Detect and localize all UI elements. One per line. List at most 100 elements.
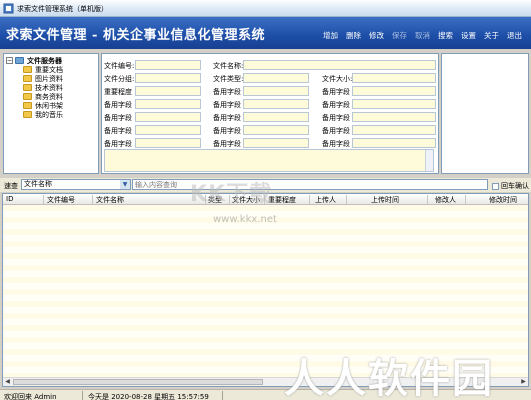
spare-field[interactable] <box>352 99 436 109</box>
category-label: 文件分组: <box>104 75 135 83</box>
notes-textarea[interactable] <box>104 149 434 172</box>
about-button[interactable]: 关于 <box>480 30 503 41</box>
scroll-left-icon[interactable]: ◀ <box>3 378 12 386</box>
current-datetime: 今天是 2020-08-28 星期五 15:57:59 <box>88 393 209 400</box>
status-divider <box>222 391 223 400</box>
col-uploader[interactable]: 上传人 <box>315 195 336 205</box>
welcome-text: 欢迎回来 Admin <box>4 393 57 400</box>
folder-icon <box>23 111 32 118</box>
status-divider <box>82 391 83 400</box>
watermark-url: www.kkx.net <box>213 214 277 225</box>
tree-item-music[interactable]: 我的音乐 <box>6 110 96 119</box>
col-divider[interactable] <box>465 195 466 204</box>
scroll-right-icon[interactable]: ▶ <box>519 378 528 386</box>
spare-field-label: 备用字段 <box>322 114 350 122</box>
folder-icon <box>23 84 32 91</box>
enter-confirm-toggle[interactable]: 回车确认 <box>492 181 529 191</box>
importance-label: 重要程度 <box>104 88 132 96</box>
window-titlebar: 求索文件管理系统（单机版） <box>0 0 531 17</box>
col-id[interactable]: ID <box>6 195 13 203</box>
spare-field-label: 备用字段 <box>213 127 241 135</box>
toolbar-menu: 增加 删除 修改 保存 取消 搜索 设置 关于 退出 <box>319 30 526 41</box>
scrollbar-thumb[interactable] <box>13 379 263 385</box>
file-detail-form: 文件编号: 文件名称: 文件分组: 文件类型: 文件大小: 重要程度 备用字段 … <box>101 53 439 174</box>
notes-scrollbar[interactable] <box>425 150 433 171</box>
app-heading: 求索文件管理 - 机关企事业信息化管理系统 <box>6 28 265 43</box>
spare-field[interactable] <box>135 112 201 122</box>
settings-button[interactable]: 设置 <box>457 30 480 41</box>
spare-field[interactable] <box>135 99 201 109</box>
folder-icon <box>23 102 32 109</box>
file-name-field[interactable] <box>243 60 436 70</box>
watermark-brand: 人人软件园 <box>284 355 494 400</box>
file-size-field[interactable] <box>352 73 436 83</box>
spare-field[interactable] <box>243 99 309 109</box>
app-icon <box>3 3 14 14</box>
col-modifier[interactable]: 修改人 <box>435 195 456 205</box>
file-type-field[interactable] <box>243 73 309 83</box>
enter-confirm-label: 回车确认 <box>501 182 529 190</box>
spare-field[interactable] <box>352 125 436 135</box>
folder-icon <box>23 93 32 100</box>
spare-field-label: 备用字段 <box>322 88 350 96</box>
file-no-field[interactable] <box>135 60 201 70</box>
add-button[interactable]: 增加 <box>319 30 342 41</box>
col-divider[interactable] <box>309 195 310 204</box>
watermark-kkx: KK下载 <box>190 182 273 207</box>
col-modify-time[interactable]: 修改时间 <box>489 195 517 205</box>
preview-panel <box>441 53 529 174</box>
col-divider[interactable] <box>92 195 93 204</box>
spare-field-label: 备用字段 <box>104 127 132 135</box>
file-size-label: 文件大小: <box>322 75 353 83</box>
search-input[interactable] <box>132 179 488 190</box>
spare-field-label: 备用字段 <box>322 101 350 109</box>
spare-field-label: 备用字段 <box>104 101 132 109</box>
cancel-button[interactable]: 取消 <box>411 30 434 41</box>
col-upload-time[interactable]: 上传时间 <box>371 195 399 205</box>
file-type-label: 文件类型: <box>213 75 244 83</box>
category-field[interactable] <box>135 73 201 83</box>
spare-field-label: 备用字段 <box>213 140 241 148</box>
col-divider[interactable] <box>43 195 44 204</box>
folder-icon <box>23 75 32 82</box>
save-button[interactable]: 保存 <box>388 30 411 41</box>
spare-field[interactable] <box>243 138 309 148</box>
enter-confirm-checkbox[interactable] <box>492 182 499 190</box>
edit-button[interactable]: 修改 <box>365 30 388 41</box>
search-field-value: 文件名称 <box>24 180 52 188</box>
col-file-name[interactable]: 文件名称 <box>96 195 124 205</box>
chevron-down-icon[interactable]: ▼ <box>120 180 130 189</box>
spare-field[interactable] <box>243 86 309 96</box>
folder-icon <box>23 66 32 73</box>
search-field-select[interactable]: 文件名称 ▼ <box>21 179 131 190</box>
server-folder-icon <box>15 57 24 64</box>
col-file-no[interactable]: 文件编号 <box>47 195 75 205</box>
spare-field-label: 备用字段 <box>213 101 241 109</box>
collapse-icon[interactable]: − <box>6 57 13 64</box>
col-divider[interactable] <box>346 195 347 204</box>
spare-field-label: 备用字段 <box>322 140 350 148</box>
folder-tree: − 文件服务器 重要文档 图片资料 技术资料 商务资料 休闲书架 我的音乐 <box>3 53 99 174</box>
spare-field[interactable] <box>352 86 436 96</box>
col-importance[interactable]: 重要程度 <box>268 195 296 205</box>
spare-field-label: 备用字段 <box>213 88 241 96</box>
quick-search-label: 速查 <box>4 182 18 190</box>
importance-field[interactable] <box>135 86 201 96</box>
spare-field[interactable] <box>352 112 436 122</box>
delete-button[interactable]: 删除 <box>342 30 365 41</box>
tree-item-label: 我的音乐 <box>35 110 63 119</box>
spare-field[interactable] <box>243 125 309 135</box>
app-banner: 求索文件管理 - 机关企事业信息化管理系统 增加 删除 修改 保存 取消 搜索 … <box>0 17 531 49</box>
spare-field-label: 备用字段 <box>104 114 132 122</box>
spare-field[interactable] <box>243 112 309 122</box>
exit-button[interactable]: 退出 <box>503 30 526 41</box>
spare-field[interactable] <box>135 125 201 135</box>
spare-field[interactable] <box>135 138 201 148</box>
spare-field-label: 备用字段 <box>322 127 350 135</box>
search-button[interactable]: 搜索 <box>434 30 457 41</box>
col-divider[interactable] <box>427 195 428 204</box>
spare-field[interactable] <box>352 138 436 148</box>
spare-field-label: 备用字段 <box>213 114 241 122</box>
file-name-label: 文件名称: <box>213 62 244 70</box>
file-no-label: 文件编号: <box>104 62 135 70</box>
